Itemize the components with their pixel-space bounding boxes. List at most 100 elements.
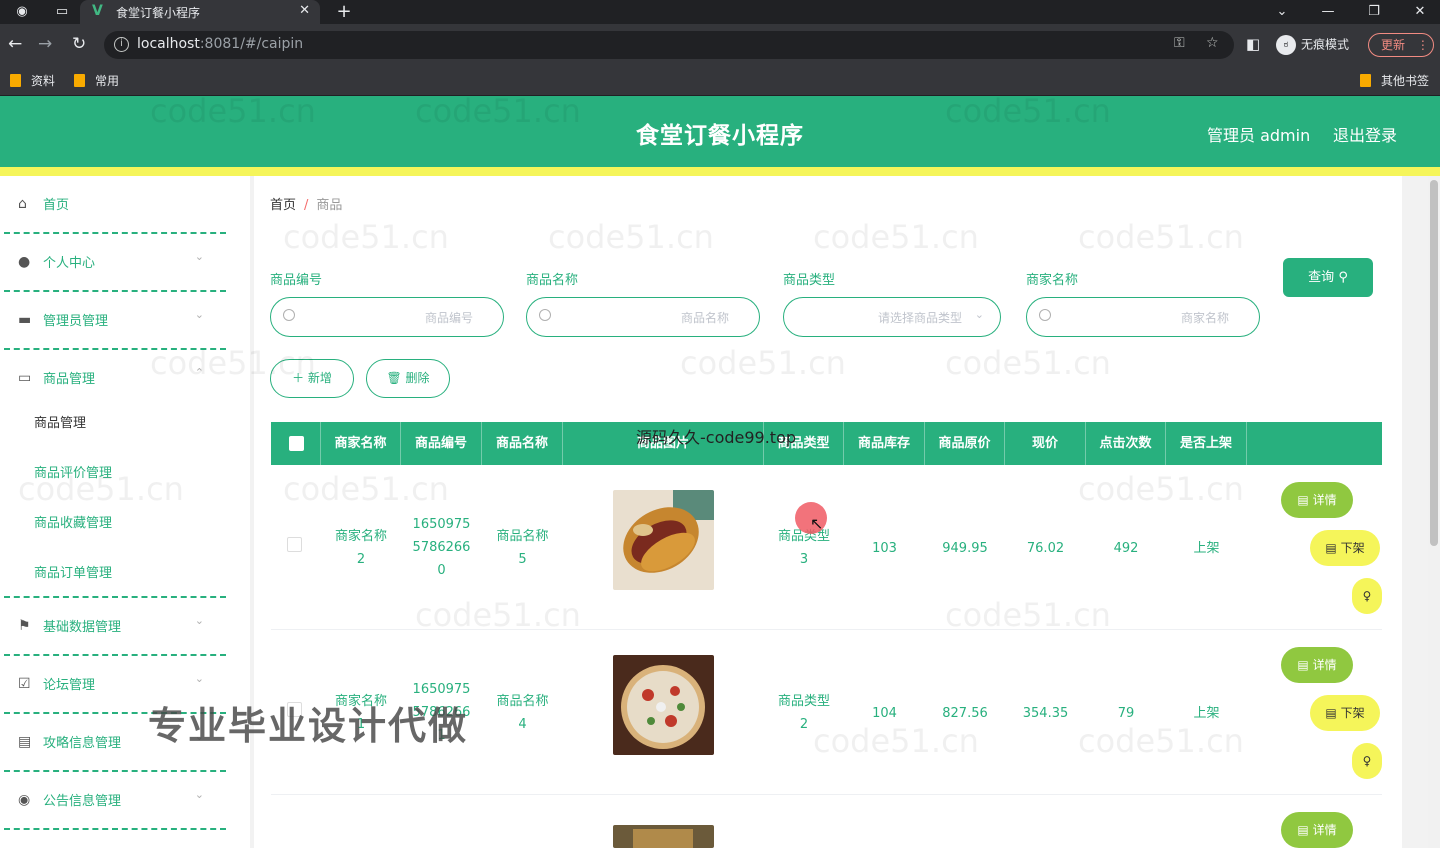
- table-row: 商家名称 2 1650975 5786266 0 商品名称 5 商品类型 3 103 94…: [271, 465, 1382, 630]
- cell-on-shelf: 上架: [1193, 706, 1220, 721]
- bookmark-folder-2[interactable]: 常用: [74, 72, 119, 89]
- submenu-product-reviews[interactable]: 商品评价管理: [34, 462, 112, 481]
- scrollbar-thumb[interactable]: [1430, 180, 1438, 546]
- tab-title: 食堂订餐小程序: [116, 6, 201, 20]
- close-window-icon[interactable]: ✕: [1410, 0, 1430, 24]
- browser-tab[interactable]: V 食堂订餐小程序 ✕: [80, 0, 320, 24]
- search-icon: [283, 309, 295, 321]
- col-stock[interactable]: 商品库存: [844, 422, 925, 465]
- chevron-up-icon: ⌃: [194, 366, 204, 379]
- product-name-input[interactable]: 商品名称: [526, 297, 760, 337]
- cell-price: 827.56: [942, 706, 988, 721]
- bookmark-star-icon[interactable]: ☆: [1206, 35, 1219, 51]
- filter-label-type: 商品类型: [783, 273, 836, 288]
- minimize-icon[interactable]: —: [1318, 0, 1338, 24]
- overlay-watermark-text: 源码久久-code99.top: [636, 428, 797, 447]
- cell-name: 商品名称 4: [496, 694, 549, 732]
- col-shop[interactable]: 商家名称: [321, 422, 401, 465]
- incognito-indicator[interactable]: ಠ 无痕模式: [1276, 35, 1349, 55]
- update-button[interactable]: 更新 ⋮: [1368, 33, 1434, 57]
- new-tab-icon[interactable]: +: [334, 0, 354, 24]
- plus-icon: ＋: [292, 371, 305, 385]
- delete-button[interactable]: 🗑 删除: [366, 359, 450, 398]
- document-icon: ▤: [1325, 541, 1337, 555]
- browser-toolbar: ← → ↻ i localhost:8081/#/caipin ⚿ ☆ ◧ ಠ无…: [0, 24, 1440, 66]
- detail-button[interactable]: ▤ 详情: [1281, 812, 1353, 848]
- reload-icon[interactable]: ↻: [72, 34, 86, 54]
- url-text: localhost:8081/#/caipin: [137, 36, 304, 52]
- home-icon: ⌂: [18, 196, 27, 212]
- user-icon: ●: [18, 254, 31, 270]
- trash-icon: 🗑: [386, 371, 402, 385]
- filter-label-name: 商品名称: [526, 273, 579, 288]
- mouse-cursor-icon: ↖: [810, 514, 824, 533]
- sidebar-item-basic-data[interactable]: ⚑ 基础数据管理 ⌄: [4, 598, 226, 656]
- breadcrumb-current: 商品: [316, 198, 343, 213]
- detail-button[interactable]: ▤ 详情: [1281, 482, 1353, 518]
- search-icon: ⚲: [1338, 270, 1348, 285]
- folder-icon: [74, 74, 85, 87]
- table-row: ▤ 详情: [271, 795, 1382, 848]
- chevron-down-icon: ⌄: [974, 308, 984, 321]
- shop-name-input[interactable]: 商家名称: [1026, 297, 1260, 337]
- product-type-select[interactable]: 请选择商品类型 ⌄: [783, 297, 1001, 337]
- row-checkbox[interactable]: [287, 537, 302, 552]
- col-on-shelf[interactable]: 是否上架: [1166, 422, 1247, 465]
- close-tab-icon[interactable]: ✕: [299, 3, 310, 18]
- query-button[interactable]: 查询 ⚲: [1283, 258, 1373, 297]
- sidebar-item-notices[interactable]: ◉ 公告信息管理 ⌄: [4, 772, 226, 830]
- col-name[interactable]: 商品名称: [482, 422, 563, 465]
- site-info-icon[interactable]: i: [114, 37, 129, 52]
- globe-icon[interactable]: ◉: [12, 0, 32, 24]
- chat-icon: ▭: [18, 370, 32, 386]
- browser-tab-strip: ◉ ▭ V 食堂订餐小程序 ✕ + ⌄ — ❐ ✕: [0, 0, 1440, 24]
- cell-price: 949.95: [942, 541, 988, 556]
- sidebar-item-admins[interactable]: ▬ 管理员管理 ⌄: [4, 292, 226, 350]
- header-accent-strip: [0, 167, 1440, 176]
- product-image: [613, 490, 714, 590]
- breadcrumb-home[interactable]: 首页: [270, 198, 296, 213]
- tab-search-icon[interactable]: ▭: [52, 0, 72, 24]
- submenu-product-management[interactable]: 商品管理: [34, 412, 86, 431]
- add-button[interactable]: ＋ 新增: [270, 359, 354, 398]
- submenu-product-orders[interactable]: 商品订单管理: [34, 562, 112, 581]
- check-square-icon: ☑: [18, 676, 31, 692]
- logout-link[interactable]: 退出登录: [1333, 122, 1397, 146]
- restore-icon[interactable]: ❐: [1364, 0, 1384, 24]
- document-icon: ▤: [1325, 706, 1337, 720]
- sidebar-item-home[interactable]: ⌂ 首页: [4, 176, 226, 234]
- sidebar-item-profile[interactable]: ● 个人中心 ⌄: [4, 234, 226, 292]
- incognito-icon: ಠ: [1276, 35, 1296, 55]
- cell-shop: 商家名称 2: [334, 529, 387, 567]
- off-shelf-button[interactable]: ▤ 下架: [1310, 695, 1380, 731]
- bulb-icon[interactable]: ♀: [1352, 578, 1382, 614]
- off-shelf-button[interactable]: ▤ 下架: [1310, 530, 1380, 566]
- other-bookmarks[interactable]: 其他书签: [1360, 72, 1429, 89]
- tab-list-chevron-icon[interactable]: ⌄: [1272, 0, 1292, 24]
- bookmark-folder-1[interactable]: 资料: [10, 72, 55, 89]
- search-icon: [539, 309, 551, 321]
- sidebar-panel-icon[interactable]: ◧: [1246, 35, 1260, 53]
- col-clicks[interactable]: 点击次数: [1086, 422, 1166, 465]
- select-all-checkbox[interactable]: [289, 436, 304, 451]
- col-code[interactable]: 商品编号: [401, 422, 482, 465]
- key-icon[interactable]: ⚿: [1174, 35, 1185, 51]
- folder-icon: [1360, 74, 1371, 87]
- submenu-product-favorites[interactable]: 商品收藏管理: [34, 512, 112, 531]
- folder-icon: [10, 74, 21, 87]
- detail-button[interactable]: ▤ 详情: [1281, 647, 1353, 683]
- table-header: 商家名称 商品编号 商品名称 商品图片 商品类型 商品库存 商品原价 现价 点击…: [271, 422, 1382, 465]
- cell-stock: 103: [872, 541, 897, 556]
- forward-icon[interactable]: →: [38, 34, 52, 54]
- chevron-down-icon: ⌄: [194, 788, 204, 801]
- product-code-input[interactable]: 商品编号: [270, 297, 504, 337]
- chevron-down-icon: ⌄: [194, 672, 204, 685]
- document-icon: ▤: [1297, 658, 1309, 672]
- chevron-down-icon: ⌄: [194, 614, 204, 627]
- bulb-icon[interactable]: ♀: [1352, 743, 1382, 779]
- address-bar[interactable]: i localhost:8081/#/caipin ⚿ ☆: [104, 31, 1234, 59]
- back-icon[interactable]: ←: [8, 34, 22, 54]
- col-current-price[interactable]: 现价: [1005, 422, 1086, 465]
- col-price[interactable]: 商品原价: [925, 422, 1005, 465]
- page-scrollbar[interactable]: [1428, 176, 1440, 848]
